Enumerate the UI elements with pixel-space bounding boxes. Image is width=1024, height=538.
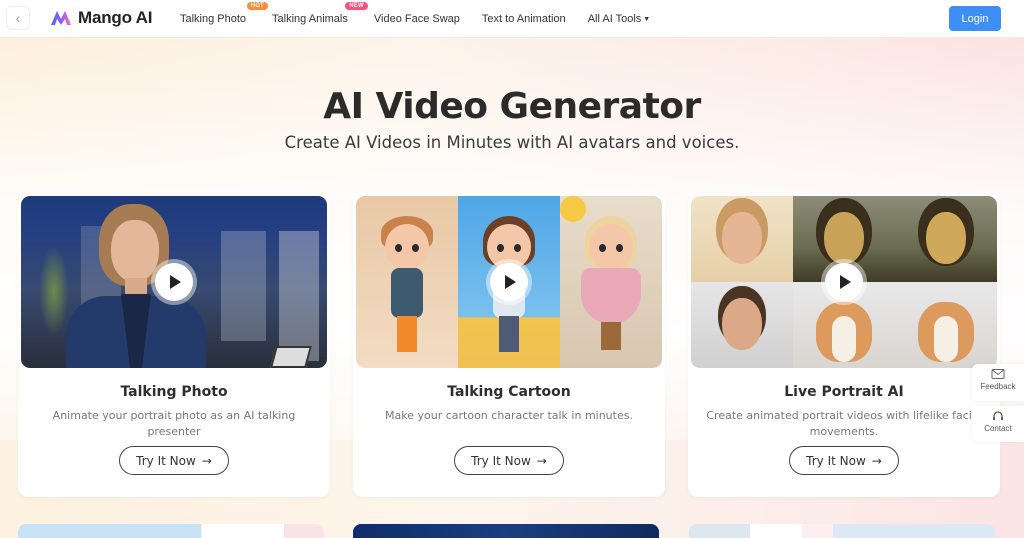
- card-description: Make your cartoon character talk in minu…: [385, 409, 633, 422]
- face: [926, 212, 966, 264]
- button-label: Try It Now: [136, 453, 196, 468]
- portrait-woman: [691, 196, 793, 282]
- nav-video-face-swap[interactable]: Video Face Swap: [374, 13, 460, 25]
- legs: [397, 316, 417, 352]
- button-label: Try It Now: [471, 453, 531, 468]
- boots: [601, 322, 621, 350]
- face: [824, 212, 864, 264]
- nav-label: Talking Animals: [272, 13, 348, 25]
- play-button-icon[interactable]: [155, 263, 193, 301]
- try-it-now-button[interactable]: Try It Now →: [119, 446, 229, 475]
- card-description: Animate your portrait photo as an AI tal…: [52, 409, 296, 438]
- feature-card-partial[interactable]: [353, 524, 659, 538]
- feedback-button[interactable]: Feedback: [972, 364, 1024, 401]
- feature-card-partial[interactable]: [689, 524, 995, 538]
- nav-label: All AI Tools: [587, 13, 642, 25]
- portrait-corgi-animated: [895, 282, 997, 368]
- head: [385, 224, 429, 270]
- portrait-mona-lisa-animated: [895, 196, 997, 282]
- nav-label: Talking Photo: [180, 13, 247, 25]
- portrait-man: [691, 282, 793, 368]
- headset-icon: [993, 411, 1003, 420]
- caret-down-icon: ▼: [643, 16, 651, 23]
- shorts: [499, 316, 519, 352]
- page-subtitle: Create AI Videos in Minutes with AI avat…: [284, 133, 740, 152]
- dress: [581, 268, 641, 324]
- page-title: AI Video Generator: [323, 86, 701, 127]
- eye: [412, 244, 419, 252]
- button-label: Try It Now: [806, 453, 866, 468]
- background-window: [221, 231, 266, 341]
- head: [589, 224, 633, 270]
- login-button[interactable]: Login: [949, 6, 1001, 31]
- try-it-now-button[interactable]: Try It Now →: [789, 446, 899, 475]
- eye: [514, 244, 521, 252]
- hot-badge: HOT: [246, 2, 269, 10]
- mango-logo-icon: [51, 11, 71, 25]
- cartoon-boy: [356, 196, 458, 368]
- video-thumbnail[interactable]: [356, 196, 662, 368]
- eye: [395, 244, 402, 252]
- nav-text-to-animation[interactable]: Text to Animation: [482, 13, 566, 25]
- presenter-face: [111, 220, 159, 282]
- dog-face: [816, 302, 872, 362]
- eye: [497, 244, 504, 252]
- face: [722, 212, 762, 264]
- eye: [599, 244, 606, 252]
- sun-icon: [560, 196, 586, 222]
- plant-decoration: [39, 246, 69, 336]
- card-title: Talking Cartoon: [447, 384, 571, 400]
- nav-label: Video Face Swap: [373, 13, 460, 25]
- video-thumbnail[interactable]: [691, 196, 997, 368]
- nav-talking-photo[interactable]: Talking Photo HOT: [180, 2, 269, 25]
- play-button-icon[interactable]: [825, 263, 863, 301]
- nav-all-ai-tools[interactable]: All AI Tools ▼: [588, 13, 651, 25]
- card-title: Live Portrait AI: [784, 384, 904, 400]
- top-navbar: ‹ Mango AI Talking Photo HOT Talking Ani…: [0, 0, 1024, 38]
- eye: [616, 244, 623, 252]
- video-thumbnail[interactable]: [21, 196, 327, 368]
- feature-card-partial[interactable]: [18, 524, 324, 538]
- contact-button[interactable]: Contact: [972, 406, 1024, 442]
- brand-name: Mango AI: [78, 8, 153, 27]
- feature-card-talking-cartoon: Talking Cartoon Make your cartoon charac…: [353, 194, 665, 497]
- laptop: [270, 346, 312, 368]
- card-description: Create animated portrait videos with lif…: [706, 409, 982, 438]
- main-nav: Talking Photo HOT Talking Animals NEW Vi…: [180, 0, 672, 38]
- feature-card-talking-photo: Talking Photo Animate your portrait phot…: [18, 194, 330, 497]
- chevron-left-icon: ‹: [15, 10, 21, 26]
- arrow-right-icon: →: [536, 453, 547, 468]
- nav-label: Text to Animation: [481, 13, 566, 25]
- play-button-icon[interactable]: [490, 263, 528, 301]
- try-it-now-button[interactable]: Try It Now →: [454, 446, 564, 475]
- card-title: Talking Photo: [120, 384, 228, 400]
- feature-card-live-portrait: Live Portrait AI Create animated portrai…: [688, 194, 1000, 497]
- back-button[interactable]: ‹: [6, 6, 30, 30]
- new-badge: NEW: [345, 2, 368, 10]
- brand-logo[interactable]: Mango AI: [50, 8, 152, 28]
- dog-face: [918, 302, 974, 362]
- contact-label: Contact: [984, 424, 1012, 433]
- jacket: [391, 268, 423, 318]
- arrow-right-icon: →: [201, 453, 212, 468]
- arrow-right-icon: →: [871, 453, 882, 468]
- face: [722, 298, 762, 350]
- background-window: [279, 231, 319, 361]
- cartoon-princess: [560, 196, 662, 368]
- feedback-label: Feedback: [980, 382, 1016, 391]
- mail-icon: [991, 369, 1005, 379]
- nav-talking-animals[interactable]: Talking Animals NEW: [272, 2, 368, 25]
